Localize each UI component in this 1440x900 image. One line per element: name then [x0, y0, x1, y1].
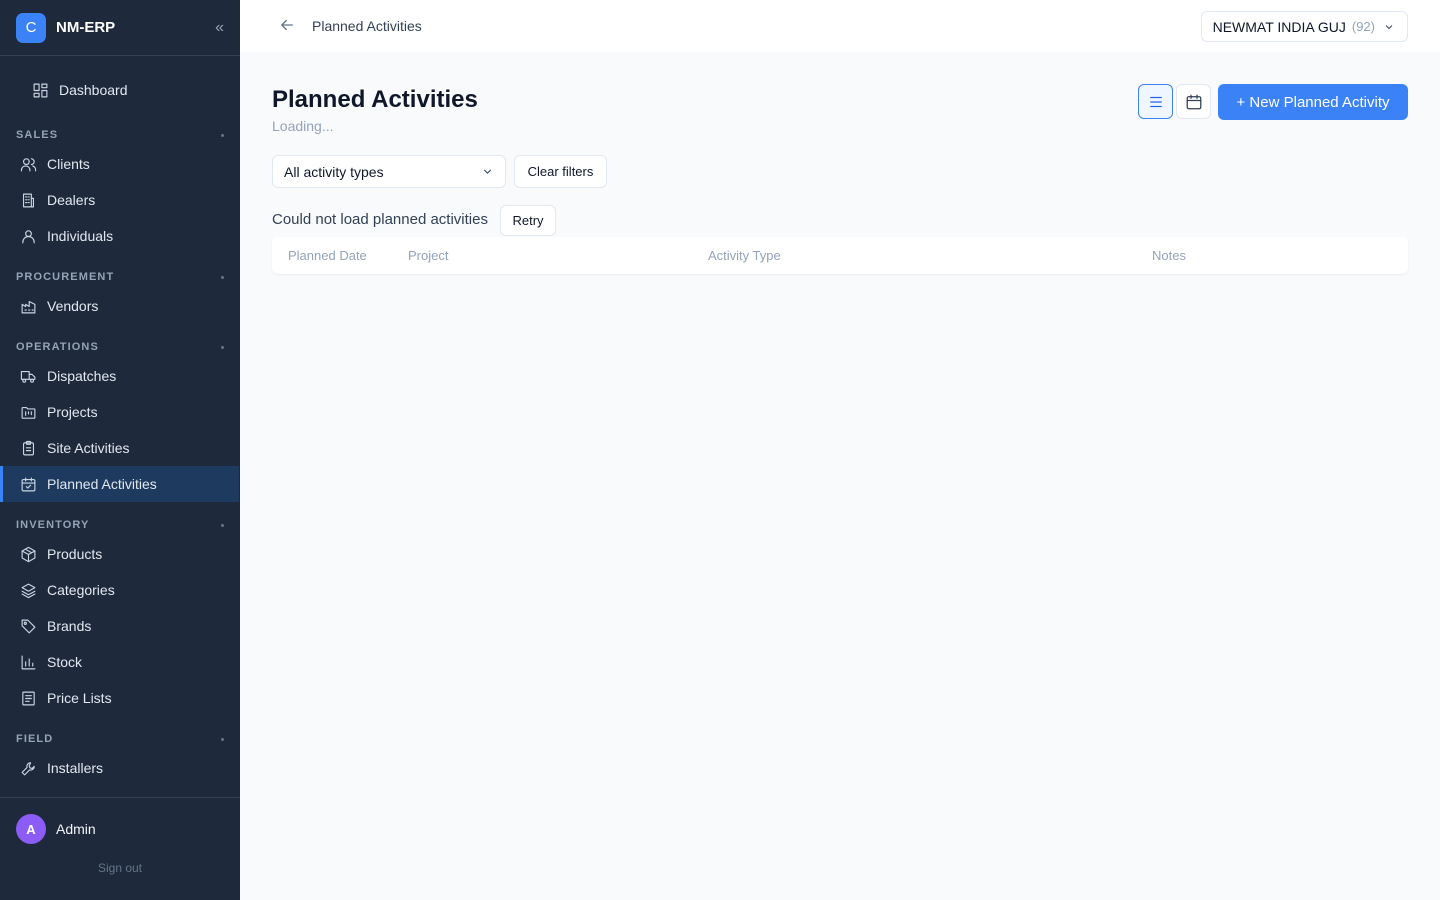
truck-icon	[19, 367, 37, 385]
sign-out-link[interactable]: Sign out	[0, 861, 240, 875]
section-label: FIELD	[16, 733, 54, 745]
sidebar-item-price-lists[interactable]: Price Lists	[0, 680, 239, 716]
avatar[interactable]: A	[16, 814, 46, 844]
app-logo: C	[16, 12, 46, 43]
sidebar-item-label: Individuals	[47, 228, 114, 244]
clear-filters-button[interactable]: Clear filters	[514, 155, 607, 188]
sidebar-item-label: Planned Activities	[47, 476, 157, 492]
sidebar-item-dealers[interactable]: Dealers	[0, 182, 239, 218]
error-message: Could not load planned activities	[272, 211, 488, 228]
user-panel: A Admin Sign out	[0, 797, 240, 900]
sidebar-item-site-activities[interactable]: Site Activities	[0, 430, 239, 466]
user-name[interactable]: Admin	[56, 821, 96, 837]
section-label: INVENTORY	[16, 519, 90, 531]
sidebar-item-label: Site Activities	[47, 440, 130, 456]
factory-icon	[19, 297, 37, 315]
sidebar-item-categories[interactable]: Categories	[0, 572, 239, 608]
section-operations[interactable]: OPERATIONS	[16, 339, 224, 355]
sidebar-item-planned-activities[interactable]: Planned Activities	[0, 466, 239, 502]
list-view-button[interactable]	[1138, 84, 1173, 119]
section-inventory[interactable]: INVENTORY	[16, 517, 224, 533]
sidebar-item-dispatches[interactable]: Dispatches	[0, 358, 239, 394]
new-planned-activity-button[interactable]: + New Planned Activity	[1218, 84, 1408, 120]
column-header-planned-date[interactable]: Planned Date	[288, 248, 367, 263]
wrench-icon	[19, 759, 37, 777]
company-name: NEWMAT INDIA GUJ	[1212, 18, 1346, 35]
sidebar-item-label: Vendors	[47, 298, 99, 314]
user-icon	[19, 227, 37, 245]
sidebar-item-projects[interactable]: Projects	[0, 394, 239, 430]
company-selector[interactable]: NEWMAT INDIA GUJ (92)	[1200, 11, 1408, 42]
sidebar-item-stock[interactable]: Stock	[0, 644, 239, 680]
building-icon	[19, 191, 37, 209]
column-header-project[interactable]: Project	[408, 248, 448, 263]
section-field[interactable]: FIELD	[16, 731, 224, 747]
sidebar-item-label: Dealers	[47, 192, 96, 208]
calendar-view-button[interactable]	[1176, 84, 1211, 119]
chevron-down-icon	[1385, 24, 1393, 29]
tag-icon	[19, 617, 37, 635]
sidebar-item-label: Projects	[47, 404, 98, 420]
folder-kanban-icon	[19, 403, 37, 421]
sidebar-item-installers[interactable]: Installers	[0, 750, 239, 786]
clipboard-list-icon	[19, 439, 37, 457]
section-label: PROCUREMENT	[16, 271, 115, 283]
back-arrow-icon[interactable]	[278, 16, 298, 36]
receipt-icon	[19, 689, 37, 707]
sidebar-item-label: Dispatches	[47, 368, 117, 384]
section-toggle-icon	[221, 523, 224, 527]
sidebar-item-brands[interactable]: Brands	[0, 608, 239, 644]
sidebar-item-label: Installers	[47, 760, 104, 776]
users-icon	[19, 155, 37, 173]
app-name: NM-ERP	[56, 19, 116, 36]
chevron-down-icon	[483, 169, 492, 174]
sidebar-item-label: Categories	[47, 582, 115, 598]
section-toggle-icon	[221, 737, 224, 741]
section-label: OPERATIONS	[16, 341, 99, 353]
calendar-icon	[1186, 94, 1201, 109]
sidebar-item-clients[interactable]: Clients	[0, 146, 239, 182]
loading-status: Loading...	[272, 118, 334, 134]
sidebar: C NM-ERP « Dashboard SALES Clients Deale…	[0, 0, 240, 900]
sidebar-item-label: Stock	[47, 654, 83, 670]
package-icon	[19, 545, 37, 563]
column-header-activity-type[interactable]: Activity Type	[708, 248, 781, 263]
company-count: (92)	[1351, 19, 1375, 34]
layers-icon	[19, 581, 37, 599]
sidebar-item-label: Dashboard	[59, 82, 128, 98]
retry-button[interactable]: Retry	[500, 205, 556, 236]
layout-grid-icon	[31, 81, 49, 99]
sidebar-item-dashboard[interactable]: Dashboard	[0, 72, 239, 108]
bar-chart-icon	[19, 653, 37, 671]
section-toggle-icon	[221, 133, 224, 137]
sidebar-item-label: Brands	[47, 618, 92, 634]
calendar-check-icon	[19, 475, 37, 493]
sidebar-item-label: Price Lists	[47, 690, 112, 706]
sidebar-item-products[interactable]: Products	[0, 536, 239, 572]
section-toggle-icon	[221, 345, 224, 349]
top-bar: Planned Activities NEWMAT INDIA GUJ (92)	[240, 0, 1440, 52]
page-title: Planned Activities	[272, 86, 478, 113]
activity-type-select[interactable]: All activity types	[272, 155, 506, 188]
sidebar-item-label: Products	[47, 546, 103, 562]
breadcrumb: Planned Activities	[312, 18, 422, 34]
activity-type-select-value: All activity types	[284, 163, 384, 180]
collapse-sidebar-icon[interactable]: «	[215, 19, 224, 37]
sidebar-item-vendors[interactable]: Vendors	[0, 288, 239, 324]
activities-table: Planned Date Project Activity Type Notes	[272, 237, 1408, 274]
column-header-notes[interactable]: Notes	[1152, 248, 1186, 263]
section-label: SALES	[16, 129, 59, 141]
section-toggle-icon	[221, 275, 224, 279]
section-procurement[interactable]: PROCUREMENT	[16, 269, 224, 285]
list-icon	[1149, 96, 1162, 107]
sidebar-item-label: Clients	[47, 156, 90, 172]
brand-header: C NM-ERP «	[0, 0, 240, 56]
section-sales[interactable]: SALES	[16, 127, 224, 143]
sidebar-item-individuals[interactable]: Individuals	[0, 218, 239, 254]
